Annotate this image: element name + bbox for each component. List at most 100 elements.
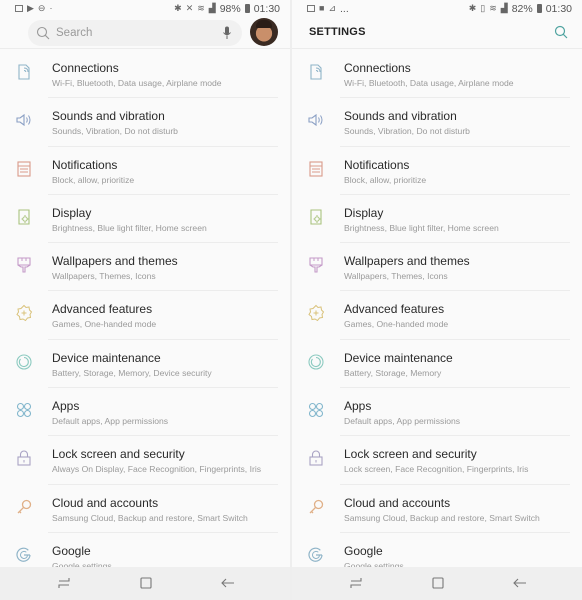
more-notifications-dot: ·	[49, 3, 53, 13]
search-header: Search	[0, 17, 290, 49]
item-subtitle: Sounds, Vibration, Do not disturb	[344, 126, 470, 137]
paintbrush-icon	[17, 257, 31, 273]
item-subtitle: Games, One-handed mode	[52, 319, 157, 330]
item-subtitle: Lock screen, Face Recognition, Fingerpri…	[344, 464, 529, 475]
item-subtitle: Brightness, Blue light filter, Home scre…	[52, 222, 207, 233]
settings-item-cloud-and-accounts[interactable]: Cloud and accounts Samsung Cloud, Backup …	[0, 485, 290, 533]
display-icon	[310, 209, 322, 225]
navigation-bar	[292, 567, 582, 600]
item-label: Notifications	[52, 157, 118, 172]
signal-icon: ▟	[500, 3, 508, 13]
settings-item-notifications[interactable]: Notifications Block, allow, prioritize	[0, 147, 290, 195]
bluetooth-icon: ✱	[468, 3, 477, 13]
clock: 01:30	[253, 2, 280, 15]
item-label: Advanced features	[344, 302, 445, 317]
item-subtitle: Wi-Fi, Bluetooth, Data usage, Airplane m…	[52, 78, 222, 88]
paintbrush-icon	[309, 257, 323, 273]
settings-list: Connections Wi-Fi, Bluetooth, Data usage,…	[0, 50, 290, 582]
item-subtitle: Samsung Cloud, Backup and restore, Smart…	[344, 512, 540, 523]
notifications-icon	[17, 161, 31, 177]
play-store-icon: ▶	[27, 3, 34, 13]
recents-icon[interactable]	[348, 575, 364, 591]
settings-item-device-maintenance[interactable]: Device maintenance Battery, Storage, Memo…	[292, 340, 582, 389]
settings-header: SETTINGS	[292, 17, 582, 49]
gallery-icon	[307, 5, 315, 12]
settings-item-cloud-and-accounts[interactable]: Cloud and accounts Samsung Cloud, Backup …	[292, 485, 582, 533]
item-subtitle: Samsung Cloud, Backup and restore, Smart…	[52, 512, 248, 523]
item-subtitle: Wallpapers, Themes, Icons	[344, 271, 448, 282]
item-label: Device maintenance	[52, 350, 161, 365]
message-icon: ■	[319, 3, 325, 13]
avatar[interactable]	[250, 18, 278, 46]
settings-item-lock-screen-and-security[interactable]: Lock screen and security Always On Displa…	[0, 436, 290, 485]
settings-item-advanced-features[interactable]: Advanced features Games, One-handed mode	[292, 291, 582, 340]
back-icon[interactable]	[512, 575, 528, 591]
item-label: Google	[52, 543, 91, 558]
item-label: Cloud and accounts	[344, 495, 451, 510]
search-icon	[36, 26, 50, 40]
search-input[interactable]: Search	[28, 20, 242, 46]
lock-icon	[309, 450, 323, 466]
page-title: SETTINGS	[309, 26, 366, 38]
google-icon	[308, 547, 323, 562]
bluetooth-icon: ✱	[174, 3, 182, 13]
recents-icon[interactable]	[56, 575, 72, 591]
key-icon	[309, 499, 324, 514]
apps-icon	[16, 403, 32, 418]
lock-icon	[17, 450, 31, 466]
home-icon[interactable]	[138, 575, 154, 591]
wifi-icon: ≋	[197, 3, 205, 13]
maintenance-icon	[308, 354, 324, 370]
mute-icon: ✕	[185, 3, 194, 13]
item-label: Apps	[52, 399, 80, 414]
item-label: Display	[52, 205, 92, 220]
speaker-icon	[308, 114, 323, 127]
battery-percent: 82%	[511, 2, 533, 15]
settings-item-display[interactable]: Display Brightness, Blue light filter, Ho…	[0, 195, 290, 244]
item-label: Lock screen and security	[344, 447, 477, 462]
item-label: Connections	[52, 61, 119, 75]
settings-item-apps[interactable]: Apps Default apps, App permissions	[292, 388, 582, 437]
right-settings-screen: ■ ⊿ ... ✱ ▯ ≋ ▟ 82% 01:30 SETTINGS Conne…	[292, 0, 582, 600]
speaker-icon	[16, 114, 31, 127]
back-icon[interactable]	[220, 575, 236, 591]
settings-item-sounds-and-vibration[interactable]: Sounds and vibration Sounds, Vibration, D…	[0, 98, 290, 147]
item-label: Device maintenance	[344, 350, 453, 365]
microphone-icon[interactable]	[222, 26, 232, 40]
item-subtitle: Wi-Fi, Bluetooth, Data usage, Airplane m…	[344, 78, 514, 88]
settings-item-lock-screen-and-security[interactable]: Lock screen and security Lock screen, Fac…	[292, 436, 582, 485]
settings-item-display[interactable]: Display Brightness, Blue light filter, Ho…	[292, 195, 582, 244]
item-label: Wallpapers and themes	[344, 254, 470, 269]
item-label: Sounds and vibration	[52, 109, 165, 124]
settings-item-connections[interactable]: Connections Wi-Fi, Bluetooth, Data usage,…	[0, 50, 290, 99]
search-icon[interactable]	[554, 25, 568, 39]
settings-item-apps[interactable]: Apps Default apps, App permissions	[0, 388, 290, 437]
display-icon	[18, 209, 30, 225]
home-icon[interactable]	[430, 575, 446, 591]
settings-item-notifications[interactable]: Notifications Block, allow, prioritize	[292, 147, 582, 195]
item-label: Connections	[344, 61, 411, 75]
settings-item-wallpapers-and-themes[interactable]: Wallpapers and themes Wallpapers, Themes,…	[0, 243, 290, 292]
item-label: Lock screen and security	[52, 447, 185, 462]
item-label: Advanced features	[52, 302, 153, 317]
apps-icon	[308, 403, 324, 418]
item-label: Cloud and accounts	[52, 495, 159, 510]
google-icon	[16, 547, 31, 562]
more-notifications: ...	[339, 2, 349, 15]
battery-percent: 98%	[219, 2, 241, 15]
gear-plus-icon	[16, 305, 33, 322]
signal-icon: ▟	[208, 3, 216, 13]
left-settings-screen: ▶ ⊖ · ✱ ✕ ≋ ▟ 98% 01:30 Search Connectio…	[0, 0, 290, 600]
item-label: Notifications	[344, 157, 410, 172]
settings-item-device-maintenance[interactable]: Device maintenance Battery, Storage, Memo…	[0, 340, 290, 389]
settings-item-wallpapers-and-themes[interactable]: Wallpapers and themes Wallpapers, Themes,…	[292, 243, 582, 292]
settings-item-sounds-and-vibration[interactable]: Sounds and vibration Sounds, Vibration, D…	[292, 98, 582, 147]
battery-icon	[244, 4, 250, 13]
maintenance-icon	[16, 354, 32, 370]
item-label: Google	[344, 543, 383, 558]
search-placeholder: Search	[56, 27, 93, 39]
settings-item-advanced-features[interactable]: Advanced features Games, One-handed mode	[0, 291, 290, 340]
notifications-icon	[309, 161, 323, 177]
connections-icon	[18, 64, 30, 80]
settings-item-connections[interactable]: Connections Wi-Fi, Bluetooth, Data usage,…	[292, 50, 582, 99]
